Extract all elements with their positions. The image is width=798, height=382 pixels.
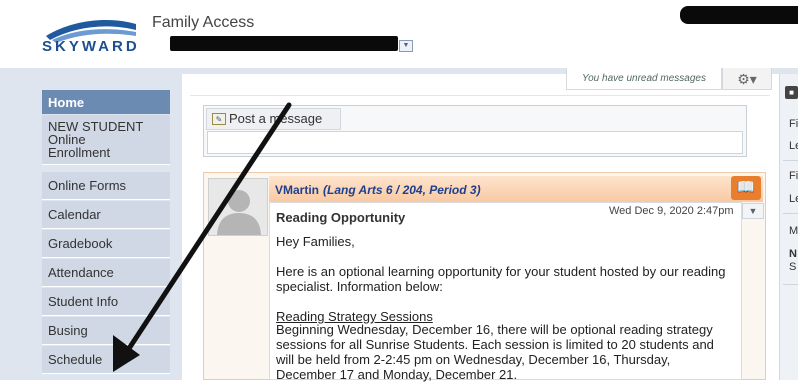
divider: [190, 95, 770, 96]
student-dropdown-icon[interactable]: ▼: [399, 40, 413, 52]
sidebar-item-student-info[interactable]: Student Info: [42, 288, 170, 316]
logo-text: SKYWARD: [42, 38, 140, 55]
redacted-student-name: [170, 36, 398, 51]
message-class-info: (Lang Arts 6 / 204, Period 3): [323, 183, 481, 197]
sidebar-item-schedule[interactable]: Schedule: [42, 346, 170, 374]
divider: [783, 213, 798, 214]
book-icon: 📖: [731, 176, 761, 200]
right-panel-text: Fi: [789, 170, 798, 182]
unread-messages-link[interactable]: You have unread messages: [566, 68, 722, 90]
calendar-icon: ■: [785, 86, 798, 99]
message-author[interactable]: VMartin: [275, 183, 319, 197]
message-line: sessions for all Sunrise Students. Each …: [276, 337, 714, 352]
message-line: specialist. Information below:: [276, 279, 443, 294]
message-line: Here is an optional learning opportunity…: [276, 264, 726, 279]
sidebar-item-gradebook[interactable]: Gradebook: [42, 230, 170, 258]
gear-icon[interactable]: ⚙▾: [722, 68, 772, 90]
sidebar-item-label: Enrollment: [48, 145, 111, 160]
divider: [783, 284, 798, 285]
right-panel-text: N: [789, 248, 797, 260]
right-panel-text: Fi: [789, 118, 798, 130]
sidebar-item-attendance[interactable]: Attendance: [42, 259, 170, 287]
right-panel-text: Le: [789, 193, 798, 205]
message-line: will be held from 2-2:45 pm on Wednesday…: [276, 352, 671, 367]
message-greeting: Hey Families,: [276, 234, 355, 249]
message-paragraph-1: Here is an optional learning opportunity…: [276, 264, 738, 294]
edit-note-icon: ✎: [212, 113, 226, 125]
sidebar-item-calendar[interactable]: Calendar: [42, 201, 170, 229]
message-date: Wed Dec 9, 2020 2:47pm: [609, 205, 734, 217]
sidebar-item-home[interactable]: Home: [42, 90, 170, 114]
redacted-account-area: [680, 6, 798, 24]
avatar-silhouette-icon: [217, 190, 261, 235]
right-panel-text: Le: [789, 140, 798, 152]
chevron-down-icon[interactable]: ▼: [742, 203, 764, 219]
avatar: [208, 178, 268, 236]
message-line: Beginning Wednesday, December 16, there …: [276, 322, 713, 337]
post-message-input[interactable]: [207, 131, 743, 154]
divider: [783, 160, 798, 161]
right-panel-text: M: [789, 225, 798, 237]
right-panel-text: S: [789, 261, 797, 273]
sidebar-item-online-forms[interactable]: Online Forms: [42, 172, 170, 200]
post-message-tab[interactable]: Post a message: [206, 108, 341, 130]
sidebar-item-busing[interactable]: Busing: [42, 317, 170, 345]
sidebar-item-new-student-enrollment[interactable]: NEW STUDENT Online Enrollment: [42, 115, 170, 165]
app-title: Family Access: [152, 14, 255, 31]
message-subject: Reading Opportunity: [276, 210, 406, 225]
message-paragraph-2: Beginning Wednesday, December 16, there …: [276, 322, 738, 382]
